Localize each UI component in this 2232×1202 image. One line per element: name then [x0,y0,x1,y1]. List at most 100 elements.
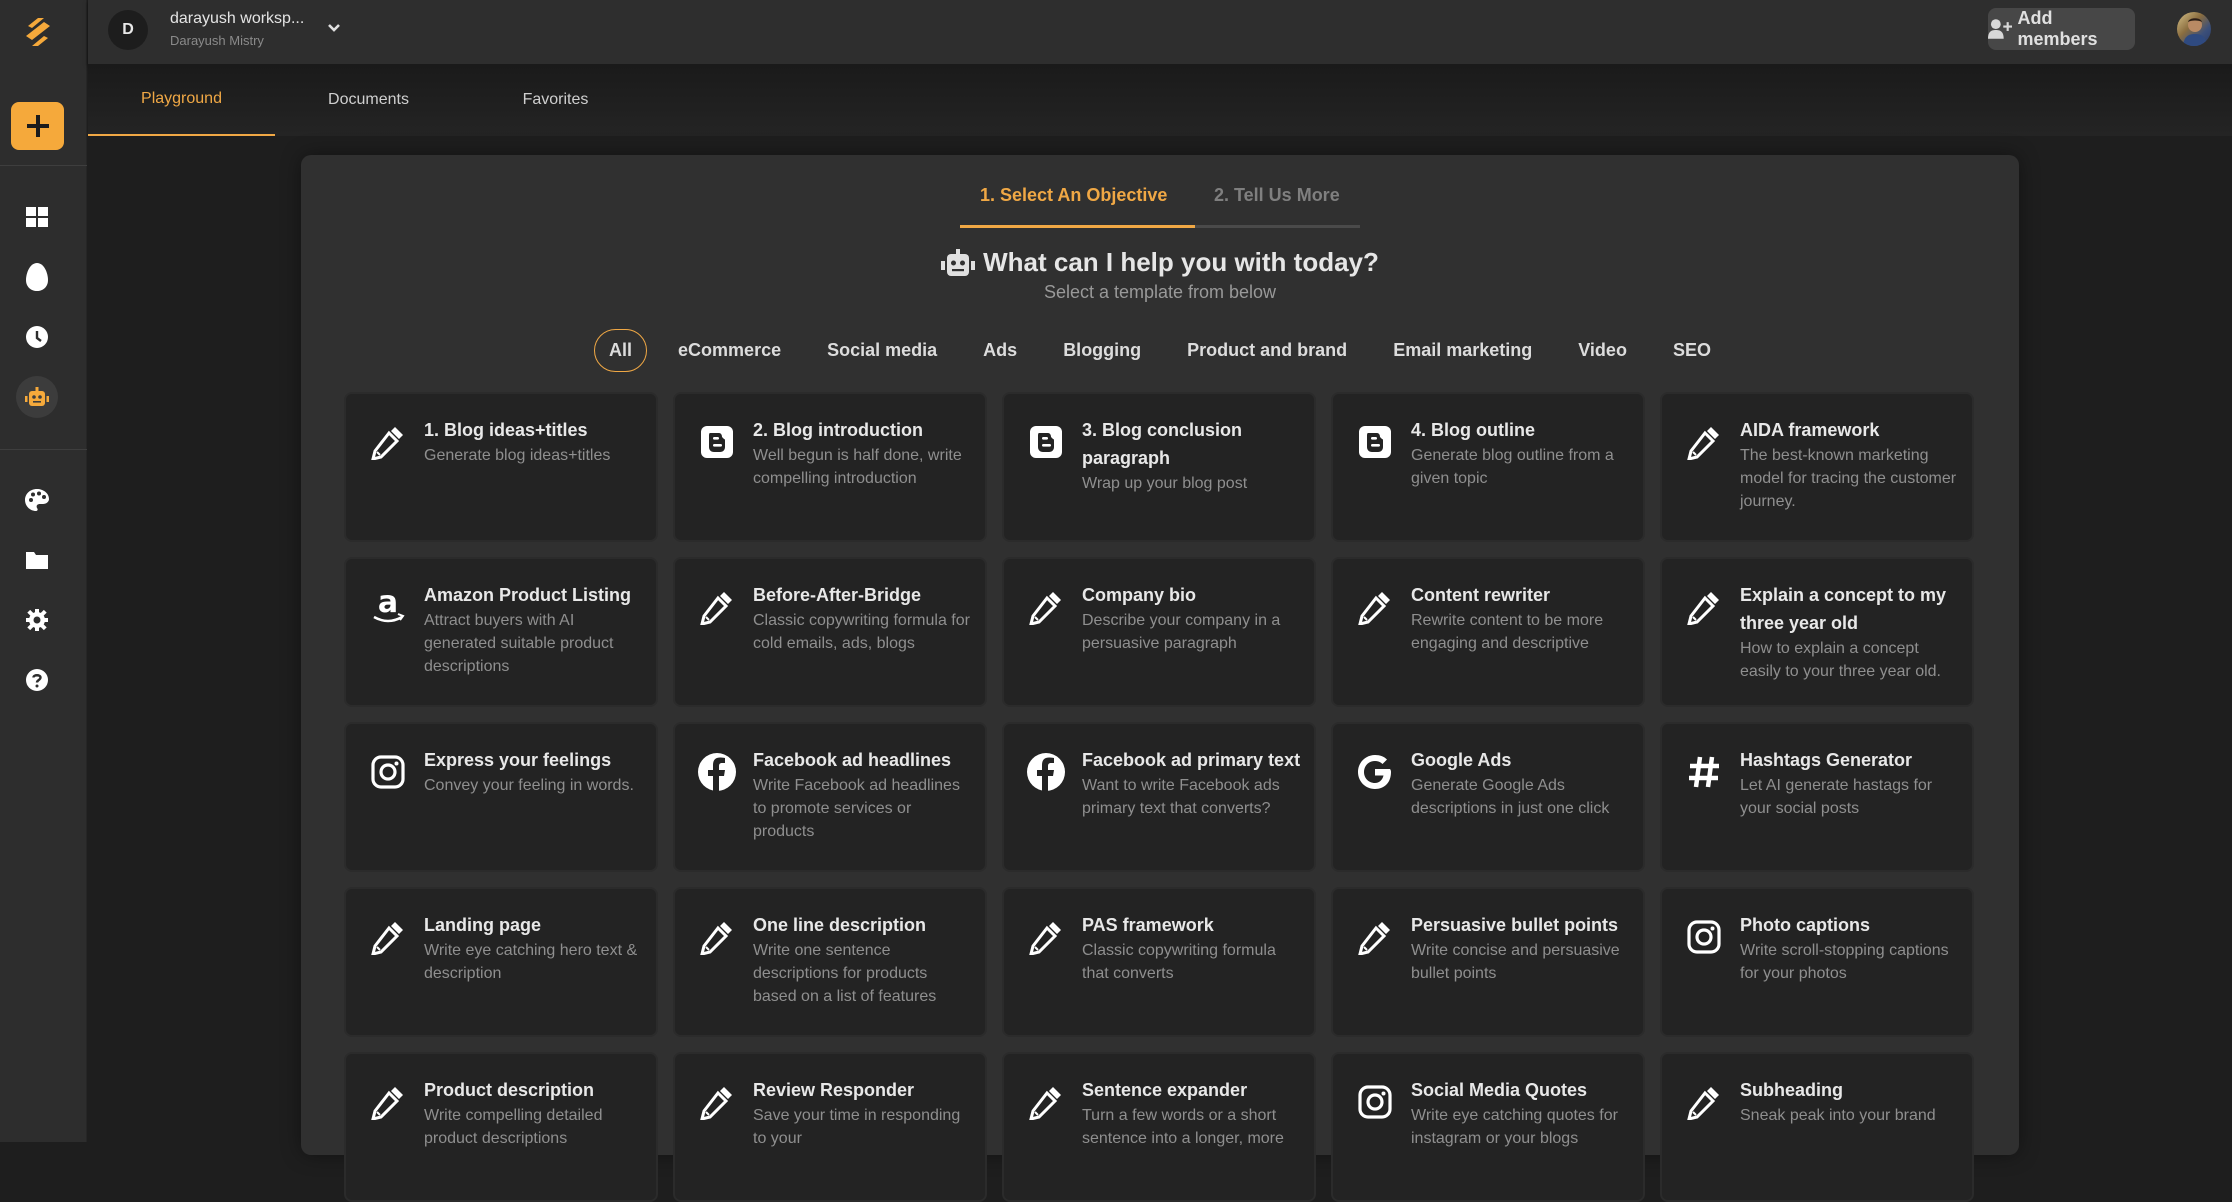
template-card[interactable]: 3. Blog conclusion paragraph Wrap up your… [1002,392,1316,542]
create-new-button[interactable] [11,102,64,150]
app-logo-icon[interactable] [22,14,54,50]
filter-product-and-brand[interactable]: Product and brand [1172,329,1362,372]
sidebar-item-brand-palette[interactable] [19,482,55,518]
template-title: AIDA framework [1740,420,1880,440]
filter-ecommerce[interactable]: eCommerce [663,329,796,372]
template-card[interactable]: Facebook ad headlines Write Facebook ad h… [673,722,987,872]
template-card-text: PAS framework Classic copywriting formula… [1082,911,1302,985]
template-description: The best-known marketing model for traci… [1740,447,1957,510]
template-title: Explain a concept to my three year old [1740,585,1947,633]
template-card-text: Review Responder Save your time in respon… [753,1076,973,1150]
template-title: Photo captions [1740,915,1870,935]
template-card[interactable]: AIDA framework The best-known marketing m… [1660,392,1974,542]
template-title: Express your feelings [424,750,612,770]
template-title: One line description [753,915,927,935]
template-selector-panel: 1. Select An Objective 2. Tell Us More W… [301,155,2019,1202]
template-description: Write scroll-stopping captions for your … [1740,942,1949,982]
filter-social-media[interactable]: Social media [812,329,952,372]
template-title: Google Ads [1411,750,1512,770]
sidebar-item-robot[interactable] [16,376,58,418]
pencil-icon [1026,587,1066,627]
template-card[interactable]: Content rewriter Rewrite content to be mo… [1331,557,1645,707]
template-card[interactable]: 4. Blog outline Generate blog outline fro… [1331,392,1645,542]
filter-video[interactable]: Video [1563,329,1642,372]
template-card[interactable]: Before-After-Bridge Classic copywriting f… [673,557,987,707]
template-card-text: Facebook ad headlines Write Facebook ad h… [753,746,973,843]
pencil-icon [1684,587,1724,627]
robot-icon [941,248,976,276]
template-card[interactable]: Explain a concept to my three year old Ho… [1660,557,1974,707]
template-card[interactable]: Google Ads Generate Google Ads descriptio… [1331,722,1645,872]
facebook-icon [1026,752,1066,792]
template-card[interactable]: PAS framework Classic copywriting formula… [1002,887,1316,1037]
sidebar-item-dashboard[interactable] [19,199,55,235]
template-card[interactable]: Facebook ad primary text Want to write Fa… [1002,722,1316,872]
sidebar-item-folders[interactable] [19,542,55,578]
step-select-objective[interactable]: 1. Select An Objective [980,185,1167,206]
template-description: Rewrite content to be more engaging and … [1411,612,1604,652]
template-title: Amazon Product Listing [424,585,631,605]
template-description: Write concise and persuasive bullet poin… [1411,942,1620,982]
facebook-icon [697,752,737,792]
template-title: Content rewriter [1411,585,1551,605]
template-card[interactable]: 1. Blog ideas+titles Generate blog ideas+… [344,392,658,542]
template-card-text: One line description Write one sentence d… [753,911,973,1008]
sidebar-divider [0,165,87,166]
tab-documents[interactable]: Documents [275,64,462,136]
template-title: Landing page [424,915,541,935]
pencil-icon [697,587,737,627]
template-card[interactable]: Express your feelings Convey your feeling… [344,722,658,872]
template-card-text: Before-After-Bridge Classic copywriting f… [753,581,973,655]
template-card[interactable]: Photo captions Write scroll-stopping capt… [1660,887,1974,1037]
template-card[interactable]: Hashtags Generator Let AI generate hastag… [1660,722,1974,872]
template-title: 4. Blog outline [1411,420,1535,440]
template-card-text: Social Media Quotes Write eye catching qu… [1411,1076,1631,1150]
filter-all[interactable]: All [594,328,648,372]
workspace-avatar[interactable]: D [108,10,148,50]
filter-seo[interactable]: SEO [1658,329,1726,372]
sidebar-item-help[interactable] [19,662,55,698]
template-description: Generate blog ideas+titles [424,447,611,464]
template-title: 1. Blog ideas+titles [424,420,588,440]
sidebar-item-history[interactable] [19,319,55,355]
filter-ads[interactable]: Ads [968,329,1032,372]
sidebar-item-settings[interactable] [19,602,55,638]
filter-blogging[interactable]: Blogging [1048,329,1156,372]
template-card[interactable]: Landing page Write eye catching hero text… [344,887,658,1037]
template-card[interactable]: Company bio Describe your company in a pe… [1002,557,1316,707]
template-card[interactable]: 2. Blog introduction Well begun is half d… [673,392,987,542]
template-title: Company bio [1082,585,1197,605]
user-profile-avatar[interactable] [2177,12,2211,46]
blogger-icon [1026,422,1066,462]
tab-playground[interactable]: Playground [88,64,275,136]
template-card[interactable]: One line description Write one sentence d… [673,887,987,1037]
template-description: Turn a few words or a short sentence int… [1082,1107,1284,1147]
step-tell-us-more[interactable]: 2. Tell Us More [1214,185,1340,206]
workspace-switcher-chevron-down-icon[interactable] [324,18,344,38]
egg-icon [26,263,48,291]
template-title: Sentence expander [1082,1080,1248,1100]
tab-favorites[interactable]: Favorites [462,64,649,136]
filter-email-marketing[interactable]: Email marketing [1378,329,1547,372]
template-card-text: 3. Blog conclusion paragraph Wrap up your… [1082,416,1302,495]
template-description: Sneak peak into your brand [1740,1107,1936,1124]
folder-icon [26,552,48,569]
dashboard-icon [26,207,48,227]
template-card[interactable]: Persuasive bullet points Write concise an… [1331,887,1645,1037]
template-card[interactable]: a Amazon Product Listing Attract buyers wi… [344,557,658,707]
template-title: 3. Blog conclusion paragraph [1082,420,1243,468]
plus-icon [26,115,49,137]
template-card-text: Google Ads Generate Google Ads descriptio… [1411,746,1631,820]
template-card[interactable]: Product description Write compelling deta… [344,1052,658,1202]
template-card[interactable]: Sentence expander Turn a few words or a s… [1002,1052,1316,1202]
svg-text:a: a [378,587,398,620]
template-card[interactable]: Subheading Sneak peak into your brand [1660,1052,1974,1202]
sidebar-item-egg[interactable] [19,259,55,295]
add-members-button[interactable]: Add members [1988,8,2135,50]
template-card[interactable]: Social Media Quotes Write eye catching qu… [1331,1052,1645,1202]
template-card-text: Express your feelings Convey your feeling… [424,746,644,797]
template-card[interactable]: Review Responder Save your time in respon… [673,1052,987,1202]
template-card-text: Product description Write compelling deta… [424,1076,644,1150]
template-card-text: 1. Blog ideas+titles Generate blog ideas+… [424,416,644,467]
workspace-name[interactable]: darayush worksp... [170,10,304,28]
